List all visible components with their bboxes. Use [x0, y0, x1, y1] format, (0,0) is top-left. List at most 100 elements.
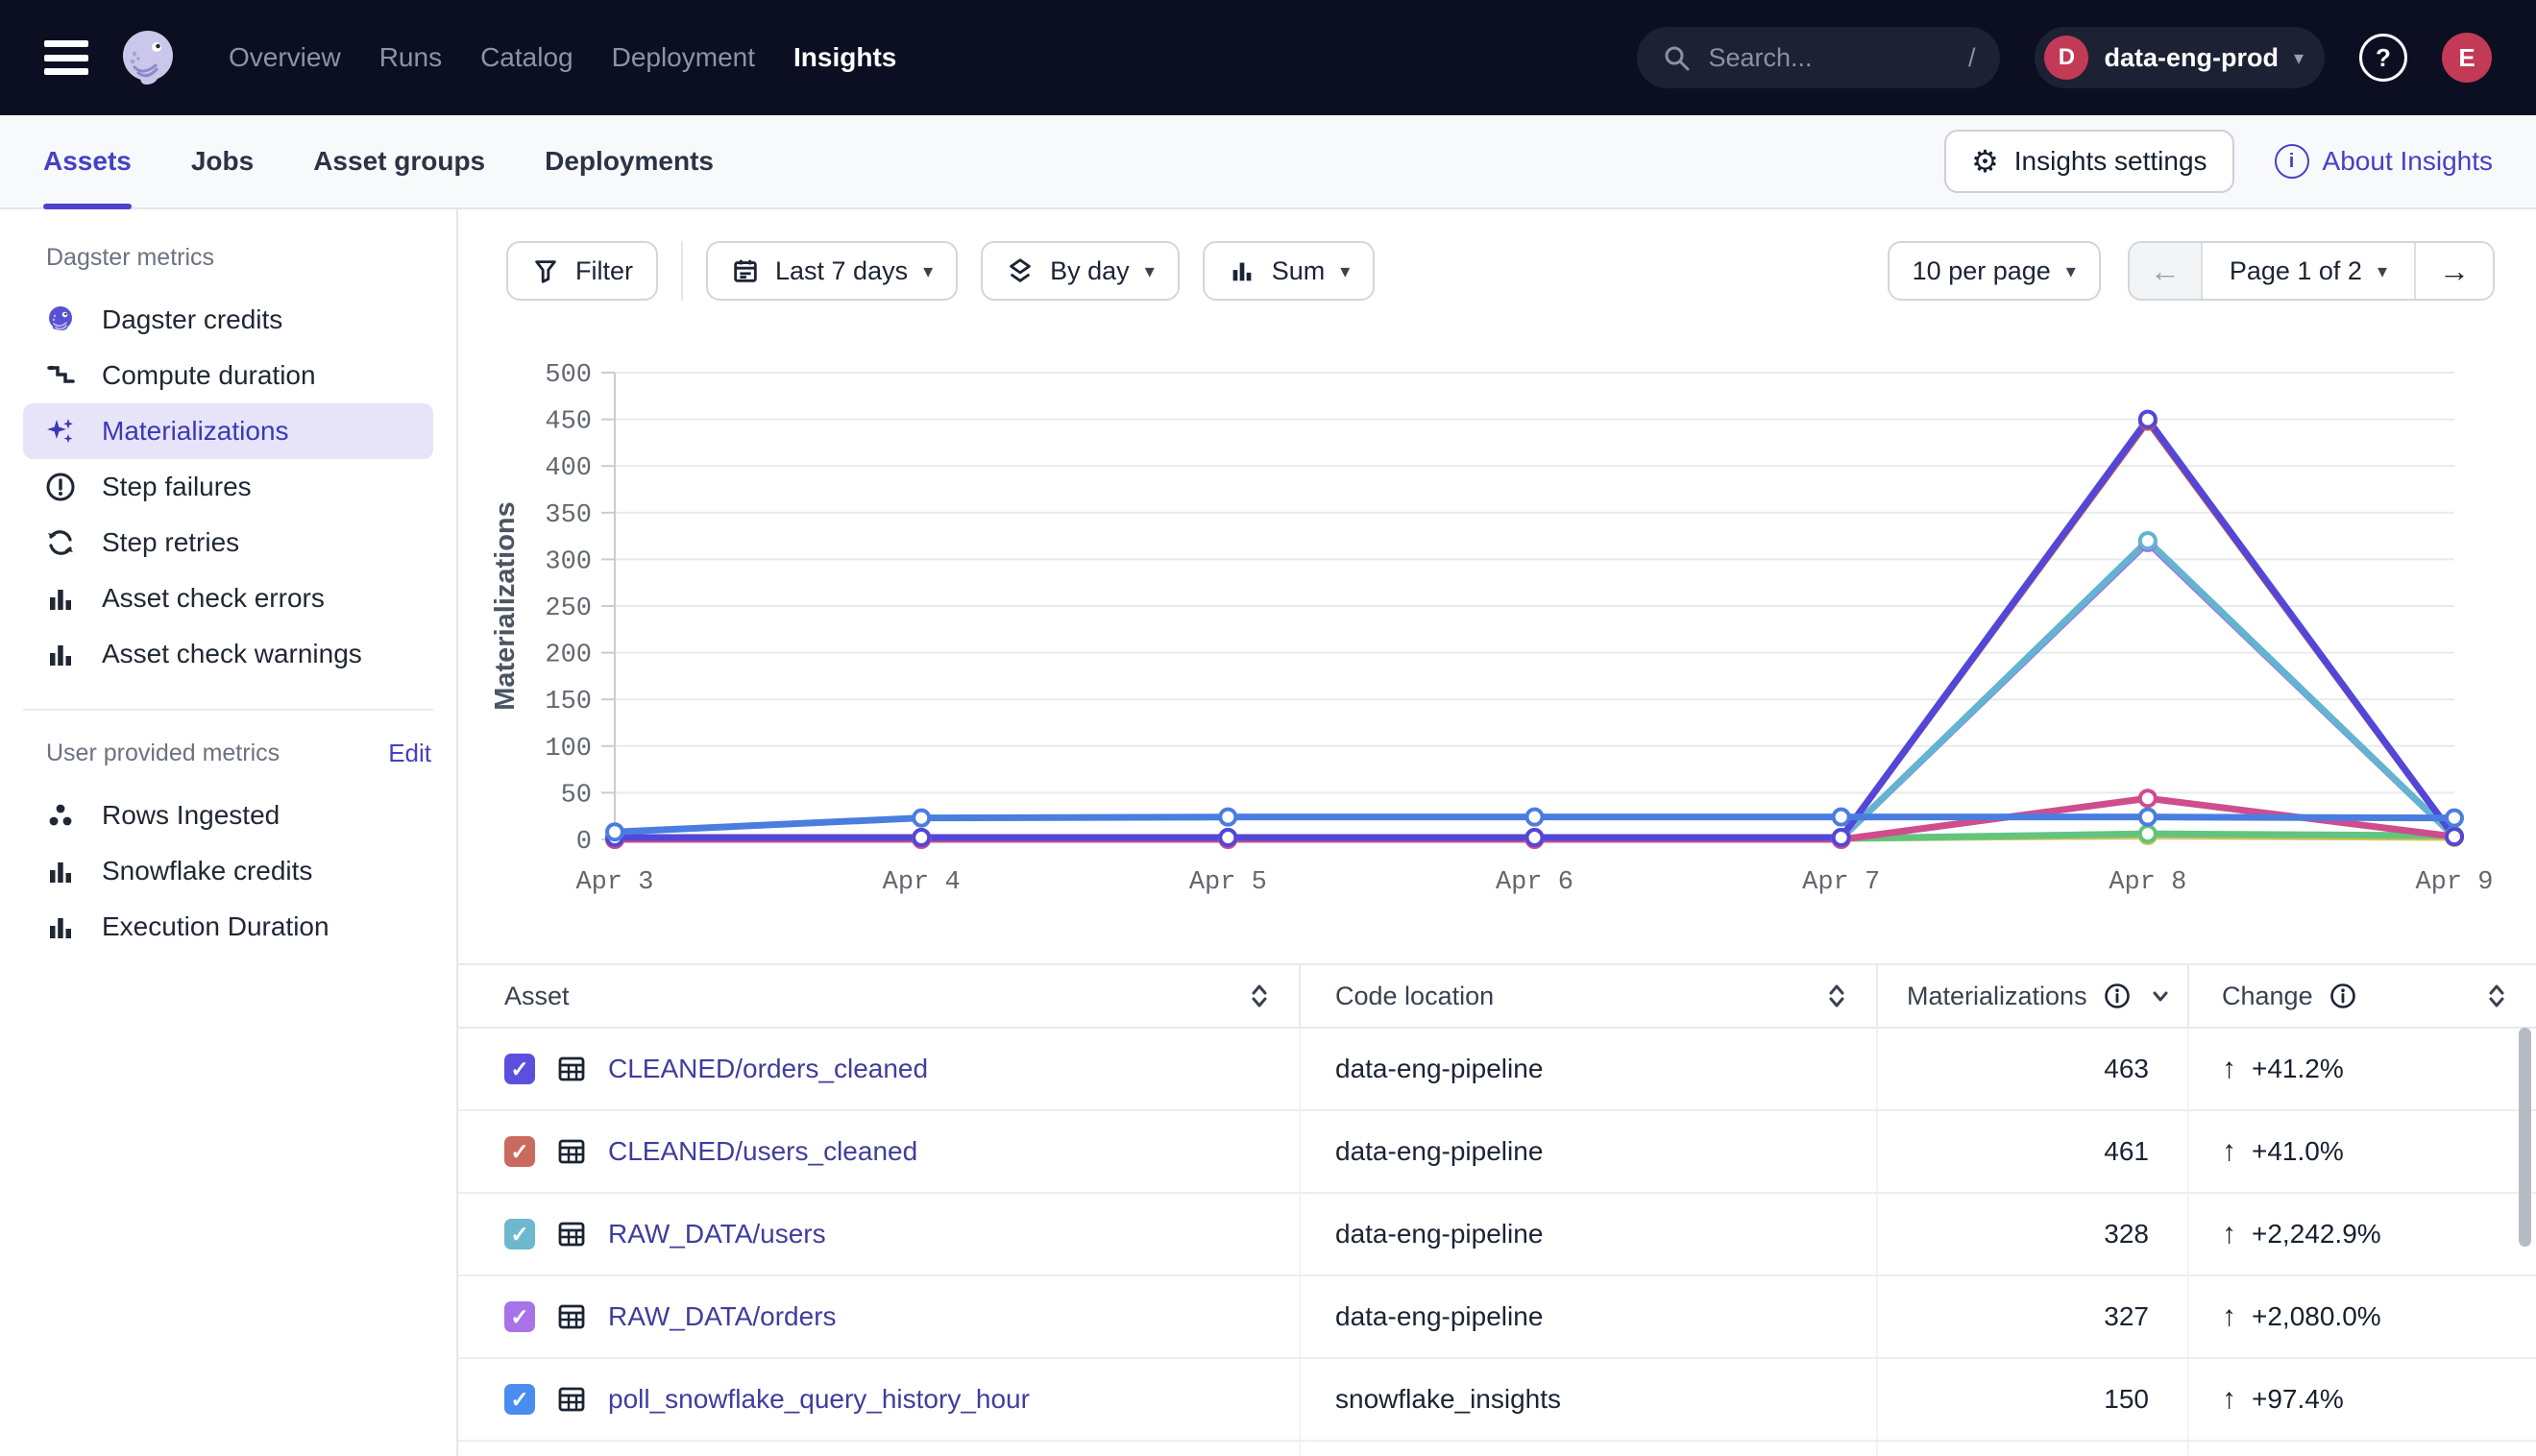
info-icon: i: [2275, 144, 2309, 179]
arrow-up-icon: ↑: [2222, 1385, 2236, 1414]
table-grid-icon: [556, 1136, 587, 1167]
nav-item-deployment[interactable]: Deployment: [612, 42, 755, 73]
materializations-cell: 327: [1876, 1276, 2187, 1357]
bar-chart-icon: [44, 855, 77, 887]
user-avatar[interactable]: E: [2442, 33, 2492, 83]
sidebar-group-title: Dagster metrics: [46, 244, 214, 272]
date-range-button[interactable]: Last 7 days ▾: [706, 241, 958, 301]
series-line: [615, 422, 2454, 838]
nav-item-catalog[interactable]: Catalog: [480, 42, 573, 73]
nav-item-runs[interactable]: Runs: [379, 42, 442, 73]
series-line: [615, 543, 2454, 838]
column-header-asset[interactable]: Asset: [458, 965, 1299, 1027]
layers-icon: [1006, 256, 1035, 285]
group-by-button[interactable]: By day ▾: [981, 241, 1180, 301]
x-tick-label: Apr 6: [1496, 868, 1573, 897]
y-tick-label: 250: [545, 595, 592, 623]
sidebar-item-materializations[interactable]: Materializations: [23, 403, 433, 459]
per-page-button[interactable]: 10 per page ▾: [1888, 241, 2101, 301]
nav-item-insights[interactable]: Insights: [793, 42, 896, 73]
sidebar-item-execution-duration[interactable]: Execution Duration: [23, 899, 433, 955]
sort-updown-icon[interactable]: [2482, 982, 2536, 1010]
sidebar-item-asset-check-warnings[interactable]: Asset check warnings: [23, 626, 433, 682]
series-line: [615, 420, 2454, 837]
materializations-cell: 47: [1876, 1442, 2187, 1456]
change-cell: ↑+2,250.0%: [2187, 1442, 2536, 1456]
asset-link[interactable]: RAW_DATA/orders: [608, 1301, 837, 1332]
arrow-up-icon: ↑: [2222, 1137, 2236, 1166]
asset-link[interactable]: RAW_DATA/users: [608, 1219, 826, 1250]
tab-asset-groups[interactable]: Asset groups: [313, 115, 485, 207]
search-input[interactable]: Search... /: [1637, 27, 2000, 88]
table-scrollbar[interactable]: [2519, 1028, 2531, 1247]
info-icon[interactable]: [2103, 982, 2132, 1010]
arrow-up-icon: ↑: [2222, 1302, 2236, 1331]
data-point-marker: [914, 811, 929, 826]
sparkles-icon: [44, 415, 77, 448]
data-point-marker: [2140, 533, 2156, 548]
change-cell: ↑+2,242.9%: [2187, 1194, 2536, 1274]
sidebar-item-step-failures[interactable]: Step failures: [23, 459, 433, 515]
sidebar-item-compute-duration[interactable]: Compute duration: [23, 348, 433, 403]
asset-link[interactable]: poll_snowflake_query_history_hour: [608, 1384, 1030, 1415]
series-checkbox[interactable]: ✓: [504, 1136, 535, 1167]
x-tick-label: Apr 4: [883, 868, 961, 897]
column-header-materializations[interactable]: Materializations: [1876, 965, 2187, 1027]
asset-link[interactable]: CLEANED/users_cleaned: [608, 1136, 917, 1167]
sort-updown-icon[interactable]: [1245, 982, 1299, 1010]
deployment-switcher[interactable]: D data-eng-prod ▾: [2035, 27, 2325, 88]
series-checkbox[interactable]: ✓: [504, 1054, 535, 1084]
sidebar-item-dagster-credits[interactable]: Dagster credits: [23, 292, 433, 348]
edit-metrics-link[interactable]: Edit: [388, 739, 431, 768]
data-point-marker: [2447, 829, 2462, 844]
insights-settings-button[interactable]: ⚙ Insights settings: [1944, 130, 2233, 193]
hamburger-menu-icon[interactable]: [44, 40, 88, 75]
table-grid-icon: [556, 1219, 587, 1250]
column-header-code-location[interactable]: Code location: [1299, 965, 1876, 1027]
tab-assets[interactable]: Assets: [43, 115, 132, 207]
dagster-logo-icon[interactable]: [117, 27, 179, 88]
sort-desc-chevron-icon[interactable]: [2147, 983, 2174, 1009]
data-point-marker: [914, 830, 929, 845]
assets-table: AssetCode locationMaterializationsChange…: [458, 963, 2536, 1456]
data-point-marker: [2140, 810, 2156, 825]
data-point-marker: [1834, 810, 1849, 825]
asset-link[interactable]: CLEANED/orders_cleaned: [608, 1054, 928, 1084]
arrow-up-icon: ↑: [2222, 1220, 2236, 1249]
nav-item-overview[interactable]: Overview: [229, 42, 341, 73]
x-tick-label: Apr 9: [2415, 868, 2493, 897]
bar-chart-icon: [1228, 256, 1256, 285]
y-tick-label: 0: [576, 828, 592, 857]
table-row: ✓CLEANED/locations_cleaneddata-eng-pipel…: [458, 1442, 2536, 1456]
sidebar-item-rows-ingested[interactable]: Rows Ingested: [23, 788, 433, 843]
series-checkbox[interactable]: ✓: [504, 1219, 535, 1250]
series-checkbox[interactable]: ✓: [504, 1301, 535, 1332]
sidebar-item-snowflake-credits[interactable]: Snowflake credits: [23, 843, 433, 899]
prev-page-button[interactable]: ←: [2130, 243, 2203, 299]
page-select[interactable]: Page 1 of 2 ▾: [2203, 243, 2414, 299]
search-shortcut-hint: /: [1968, 43, 1976, 73]
column-header-change[interactable]: Change: [2187, 965, 2536, 1027]
x-tick-label: Apr 3: [575, 868, 653, 897]
change-cell: ↑+41.2%: [2187, 1029, 2536, 1109]
info-icon[interactable]: [2329, 982, 2357, 1010]
y-tick-label: 300: [545, 547, 592, 576]
data-point-marker: [607, 824, 622, 839]
next-page-button[interactable]: →: [2414, 243, 2493, 299]
sidebar-item-step-retries[interactable]: Step retries: [23, 515, 433, 570]
bar-chart-icon: [44, 638, 77, 670]
deployment-badge: D: [2044, 36, 2088, 80]
data-point-marker: [1220, 810, 1235, 825]
about-insights-link[interactable]: i About Insights: [2275, 144, 2493, 179]
table-grid-icon: [556, 1054, 587, 1084]
tab-jobs[interactable]: Jobs: [191, 115, 254, 207]
sort-updown-icon[interactable]: [1822, 982, 1876, 1010]
series-checkbox[interactable]: ✓: [504, 1384, 535, 1415]
code-location-cell: data-eng-pipeline: [1299, 1029, 1876, 1109]
code-location-cell: data-eng-pipeline: [1299, 1194, 1876, 1274]
help-icon[interactable]: ?: [2359, 34, 2407, 82]
filter-button[interactable]: Filter: [506, 241, 658, 301]
sidebar-item-asset-check-errors[interactable]: Asset check errors: [23, 570, 433, 626]
aggregation-button[interactable]: Sum ▾: [1203, 241, 1376, 301]
tab-deployments[interactable]: Deployments: [545, 115, 714, 207]
